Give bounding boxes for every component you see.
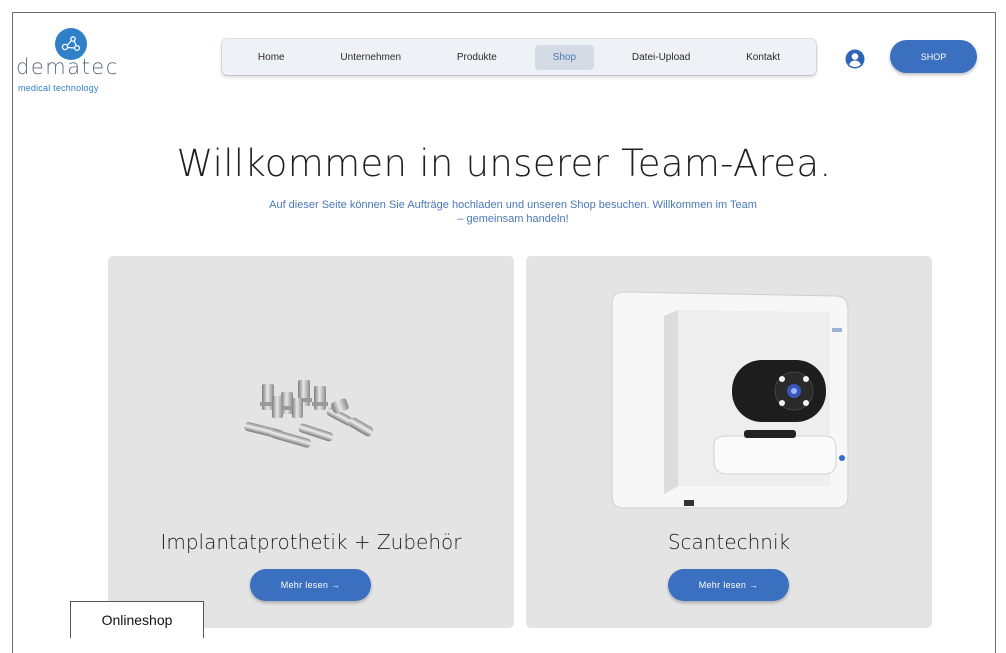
brand-logo[interactable]: dematec medical technology <box>16 27 136 97</box>
nav-item-datei-upload[interactable]: Datei-Upload <box>614 45 708 70</box>
page-title: Willkommen in unserer Team-Area. <box>176 142 832 185</box>
shop-button[interactable]: SHOP <box>890 40 977 73</box>
user-circle-icon[interactable] <box>845 49 865 69</box>
page-frame: dematec medical technology Home Unterneh… <box>12 12 996 653</box>
card-title: Scantechnik <box>667 530 791 554</box>
card-title: Implantatprothetik + Zubehör <box>160 530 462 554</box>
card-implantatprothetik[interactable]: Implantatprothetik + Zubehör Mehr lesen … <box>108 256 514 628</box>
nav-item-produkte[interactable]: Produkte <box>439 45 515 70</box>
brand-name: dematec <box>16 55 119 79</box>
main-nav: Home Unternehmen Produkte Shop Datei-Upl… <box>222 39 816 75</box>
nav-item-home[interactable]: Home <box>240 45 303 70</box>
figure-caption: Onlineshop <box>70 601 204 638</box>
card-scantechnik[interactable]: Scantechnik Mehr lesen → <box>526 256 932 628</box>
subtitle-line-2: – gemeinsam handeln! <box>457 213 569 225</box>
brand-tagline: medical technology <box>18 83 99 93</box>
implant-components-image <box>244 380 374 448</box>
nav-item-kontakt[interactable]: Kontakt <box>728 45 798 70</box>
mehr-lesen-button[interactable]: Mehr lesen → <box>668 569 789 601</box>
dental-scanner-image <box>611 291 849 509</box>
page-subtitle: Auf dieser Seite können Sie Aufträge hoc… <box>243 198 783 226</box>
nav-item-unternehmen[interactable]: Unternehmen <box>322 45 419 70</box>
mehr-lesen-button[interactable]: Mehr lesen → <box>250 569 371 601</box>
nav-item-shop[interactable]: Shop <box>534 44 595 70</box>
subtitle-line-1: Auf dieser Seite können Sie Aufträge hoc… <box>269 199 757 211</box>
